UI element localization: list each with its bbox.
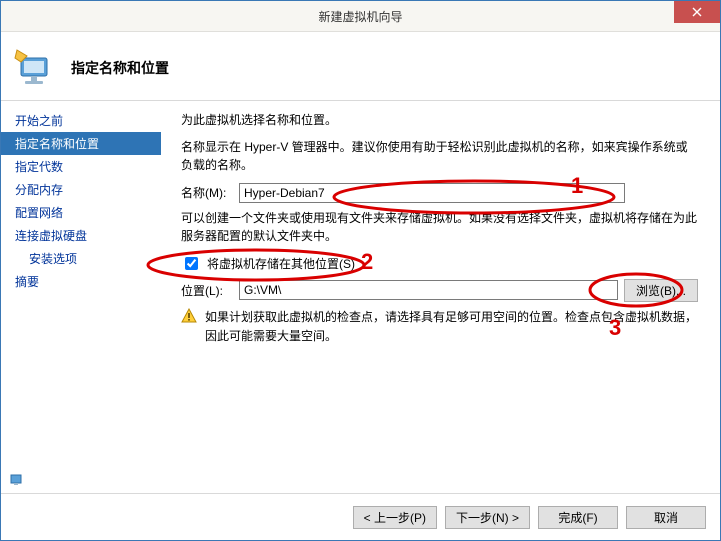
wizard-window: 新建虚拟机向导 指定名称和位置 开始之前 指定名称和位置 指定代数 分配内存 配… xyxy=(0,0,721,541)
cancel-button[interactable]: 取消 xyxy=(626,506,706,529)
location-label: 位置(L): xyxy=(181,282,233,299)
wizard-icon xyxy=(13,46,57,90)
store-other-location-label: 将虚拟机存储在其他位置(S) xyxy=(207,255,355,272)
browse-button[interactable]: 浏览(B)... xyxy=(624,279,698,302)
wizard-body: 开始之前 指定名称和位置 指定代数 分配内存 配置网络 连接虚拟硬盘 安装选项 … xyxy=(1,101,720,493)
store-other-location-checkbox[interactable] xyxy=(185,257,198,270)
sidebar-item-generation[interactable]: 指定代数 xyxy=(1,155,161,178)
intro-text: 为此虚拟机选择名称和位置。 xyxy=(181,111,698,130)
desc-location: 可以创建一个文件夹或使用现有文件夹来存储虚拟机。如果没有选择文件夹，虚拟机将存储… xyxy=(181,209,698,246)
finish-button[interactable]: 完成(F) xyxy=(538,506,618,529)
desc-name: 名称显示在 Hyper-V 管理器中。建议你使用有助于轻松识别此虚拟机的名称，如… xyxy=(181,138,698,175)
sidebar-item-name-location[interactable]: 指定名称和位置 xyxy=(1,132,161,155)
sidebar-item-memory[interactable]: 分配内存 xyxy=(1,178,161,201)
corner-icon xyxy=(9,472,25,488)
wizard-header: 指定名称和位置 xyxy=(1,32,720,101)
wizard-heading: 指定名称和位置 xyxy=(71,58,169,78)
prev-button[interactable]: < 上一步(P) xyxy=(353,506,437,529)
sidebar-item-install-options[interactable]: 安装选项 xyxy=(1,247,161,270)
sidebar-item-summary[interactable]: 摘要 xyxy=(1,270,161,293)
name-row: 名称(M): xyxy=(181,183,698,203)
sidebar-item-network[interactable]: 配置网络 xyxy=(1,201,161,224)
location-row: 位置(L): 浏览(B)... xyxy=(181,279,698,302)
vm-name-input[interactable] xyxy=(239,183,625,203)
wizard-main: 为此虚拟机选择名称和位置。 名称显示在 Hyper-V 管理器中。建议你使用有助… xyxy=(161,101,720,493)
close-button[interactable] xyxy=(674,1,720,23)
warning-row: 如果计划获取此虚拟机的检查点，请选择具有足够可用空间的位置。检查点包含虚拟机数据… xyxy=(181,308,698,345)
store-other-location-row: 将虚拟机存储在其他位置(S) xyxy=(181,254,698,273)
window-title: 新建虚拟机向导 xyxy=(1,8,720,25)
next-button[interactable]: 下一步(N) > xyxy=(445,506,530,529)
titlebar: 新建虚拟机向导 xyxy=(1,1,720,32)
warning-text: 如果计划获取此虚拟机的检查点，请选择具有足够可用空间的位置。检查点包含虚拟机数据… xyxy=(205,308,698,345)
sidebar-item-before-start[interactable]: 开始之前 xyxy=(1,109,161,132)
sidebar-item-vhd[interactable]: 连接虚拟硬盘 xyxy=(1,224,161,247)
close-icon xyxy=(692,7,702,17)
wizard-sidebar: 开始之前 指定名称和位置 指定代数 分配内存 配置网络 连接虚拟硬盘 安装选项 … xyxy=(1,101,161,493)
warning-icon xyxy=(181,308,197,324)
location-input[interactable] xyxy=(239,280,618,300)
name-label: 名称(M): xyxy=(181,184,233,201)
wizard-footer: < 上一步(P) 下一步(N) > 完成(F) 取消 xyxy=(1,493,720,540)
